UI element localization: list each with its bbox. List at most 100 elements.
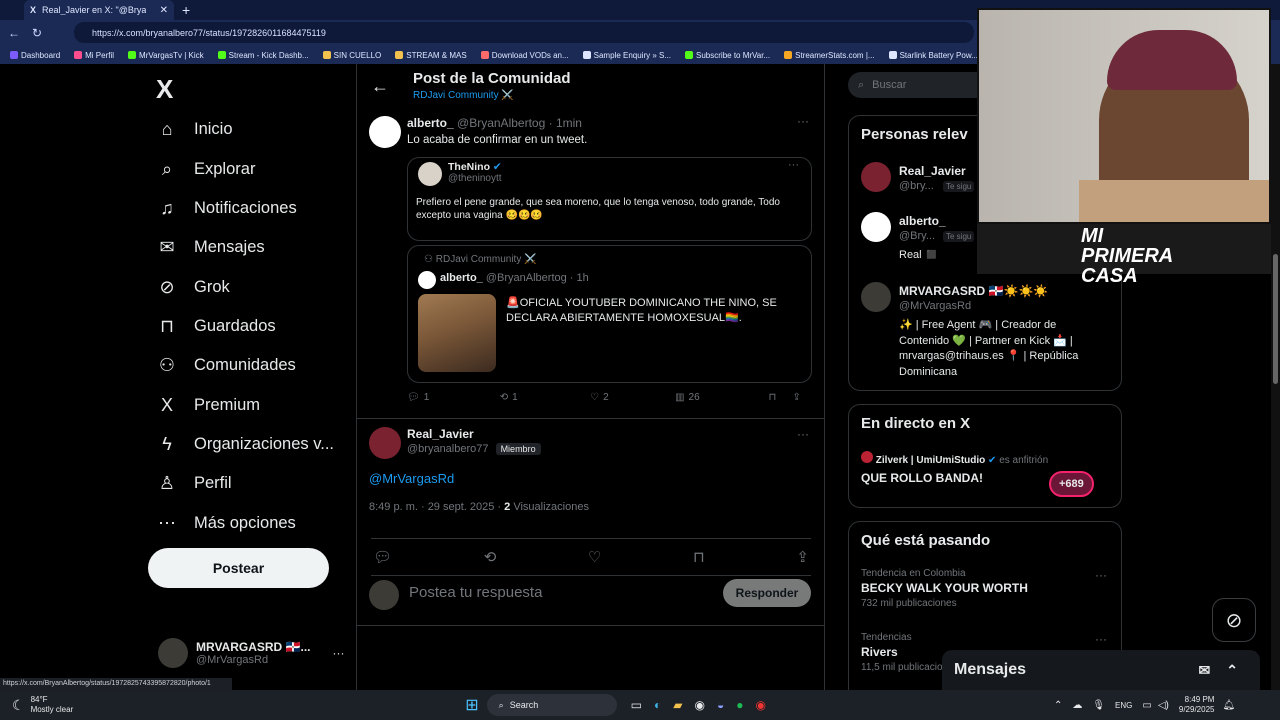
account-handle: @MrVargasRd — [196, 654, 269, 666]
respond-button[interactable]: Responder — [723, 579, 811, 607]
browser-tab[interactable]: X Real_Javier en X: "@BryanAlbertog ✕ — [24, 0, 174, 20]
reply-mention[interactable]: @MrVargasRd — [369, 471, 454, 486]
nav-item-grok[interactable]: ⊘ Grok — [156, 276, 229, 298]
nav-item-perfil[interactable]: ♙ Perfil — [156, 472, 232, 494]
folder-icon[interactable]: ▰ — [673, 698, 682, 712]
start-icon[interactable]: ⊞ — [465, 695, 478, 715]
bookmark-item[interactable]: Download VODs an... — [480, 51, 569, 60]
weather-icon[interactable]: ☾ — [12, 697, 25, 714]
reply-input[interactable]: Postea tu respuesta — [409, 584, 542, 601]
nav-item-explorar[interactable]: ⌕ Explorar — [156, 158, 256, 180]
x-logo-icon[interactable]: X — [156, 74, 173, 105]
trend-item[interactable]: Tendencia en Colombia BECKY WALK YOUR WO… — [861, 568, 1111, 609]
live-host[interactable]: Zilverk | UmiUmiStudio — [876, 455, 985, 466]
bookmark-icon[interactable]: ⊓ — [769, 392, 793, 403]
nav-item-notificaciones[interactable]: ♫ Notificaciones — [156, 197, 296, 219]
scrollbar[interactable] — [1271, 64, 1280, 690]
bookmark-icon[interactable]: ⊓ — [693, 548, 705, 566]
onedrive-icon[interactable]: ☁ — [1072, 700, 1082, 711]
bookmark-item[interactable]: StreamerStats.com |... — [784, 51, 875, 60]
share-icon[interactable]: ⇪ — [796, 548, 809, 566]
mic-icon[interactable]: 🎙︎ — [1092, 700, 1105, 711]
edge-icon[interactable]: ◐ — [654, 698, 661, 712]
bookmark-item[interactable]: Starlink Battery Pow... — [888, 51, 978, 60]
nav-item-mensajes[interactable]: ✉ Mensajes — [156, 236, 265, 258]
share-icon[interactable]: ⇪ — [793, 392, 801, 403]
new-message-icon[interactable]: ✉ — [1199, 662, 1211, 679]
bookmark-favicon-icon — [784, 51, 793, 59]
search-placeholder: Buscar — [872, 79, 907, 91]
obs-icon[interactable]: ◉ — [755, 698, 765, 712]
notification-icon[interactable]: 🔔︎ — [1222, 700, 1235, 711]
windows-taskbar: ☾ 84°F Mostly clear ⊞ ⌕ Search ▭ ◐ ▰ ◉ ◒ … — [0, 690, 1280, 720]
bookmark-item[interactable]: Stream - Kick Dashb... — [217, 51, 309, 60]
community-link[interactable]: RDJavi Community ⚔️ — [413, 90, 514, 101]
nested-photo[interactable] — [418, 294, 496, 372]
nav-label: Mensajes — [194, 237, 265, 256]
scrollbar-thumb[interactable] — [1273, 254, 1278, 384]
bookmark-item[interactable]: STREAM & MAS — [395, 51, 467, 60]
account-switcher[interactable]: MRVARGASRD 🇩🇴... @MrVargasRd ··· — [158, 638, 345, 668]
bookmark-item[interactable]: Sample Enquiry » S... — [582, 51, 671, 60]
bookmark-item[interactable]: Subscribe to MrVar... — [685, 51, 770, 60]
tray-chevron-icon[interactable]: ⌃ — [1054, 700, 1062, 711]
person-name: alberto_ — [899, 214, 946, 228]
reply-icon[interactable]: 💬︎ — [407, 392, 420, 403]
post-button[interactable]: Postear — [148, 548, 329, 588]
bookmark-item[interactable]: MrVargasTv | Kick — [128, 51, 204, 60]
bookmark-item[interactable]: Dashboard — [10, 51, 60, 60]
tweet-actions: 💬︎ 1 ⟲ 1 ♡ 2 ▥ 26 ⊓ ⇪ — [407, 392, 817, 403]
bookmark-icon: ⊓ — [159, 315, 175, 336]
messages-drawer[interactable]: Mensajes ✉ ⌃ — [942, 650, 1260, 690]
nav-item-premium[interactable]: X Premium — [156, 394, 260, 416]
new-tab-icon[interactable]: + — [182, 2, 190, 18]
chrome-icon[interactable]: ◉ — [694, 698, 704, 712]
more-icon[interactable]: ··· — [333, 646, 345, 660]
back-icon[interactable]: ← — [8, 26, 20, 40]
network-icon[interactable]: ▭ — [1142, 700, 1151, 711]
discord-icon[interactable]: ◒ — [717, 698, 724, 712]
bookmark-item[interactable]: SIN CUELLO — [322, 51, 381, 60]
listener-count[interactable]: +689 — [1049, 471, 1094, 497]
retweet-icon[interactable]: ⟲ — [500, 392, 508, 403]
more-icon[interactable]: ··· — [788, 159, 799, 171]
close-tab-icon[interactable]: ✕ — [160, 5, 168, 16]
nav-item-más[interactable]: ⋯ Más opciones — [156, 512, 296, 534]
quoted-tweet[interactable]: TheNino ✔ @theninoytt ··· Prefiero el pe… — [407, 157, 812, 241]
reply-views-label: Visualizaciones — [510, 501, 589, 513]
like-icon[interactable]: ♡ — [588, 548, 601, 566]
tweet[interactable]: alberto_ @BryanAlbertog · 1min ··· Lo ac… — [357, 112, 824, 412]
more-icon[interactable]: ··· — [1095, 568, 1107, 582]
tweet-author[interactable]: alberto_ — [407, 116, 454, 130]
app-icon[interactable]: ▭ — [631, 698, 642, 712]
views-icon[interactable]: ▥ — [675, 392, 684, 403]
more-icon[interactable]: ··· — [797, 427, 809, 441]
nav-item-organizaciones[interactable]: ϟ Organizaciones v... — [156, 433, 334, 455]
nav-item-comunidades[interactable]: ⚇ Comunidades — [156, 354, 296, 376]
volume-icon[interactable]: ◁) — [1158, 700, 1169, 711]
back-arrow-icon[interactable]: ← — [371, 76, 389, 97]
avatar — [861, 162, 891, 192]
live-space-title[interactable]: QUE ROLLO BANDA! — [861, 471, 983, 485]
nested-quote[interactable]: ⚇ RDJavi Community ⚔️ alberto_ @BryanAlb… — [407, 245, 812, 383]
taskbar-search[interactable]: ⌕ Search — [486, 694, 617, 716]
avatar — [158, 638, 188, 668]
nav-item-inicio[interactable]: ⌂ Inicio — [156, 118, 233, 140]
reply-icon[interactable]: 💬︎ — [373, 548, 392, 566]
grok-fab-icon[interactable]: ⊘ — [1212, 598, 1256, 642]
person-row[interactable]: MRVARGASRD 🇩🇴☀️☀️☀️ @MrVargasRd ✨ | Free… — [861, 282, 1111, 386]
reload-icon[interactable]: ↻ — [32, 26, 42, 40]
bookmark-item[interactable]: Mi Perfil — [74, 51, 114, 60]
retweet-icon[interactable]: ⟲ — [484, 548, 497, 566]
tweet-handle: @BryanAlbertog — [457, 116, 546, 130]
reply-author[interactable]: Real_Javier — [407, 427, 474, 441]
nav-item-guardados[interactable]: ⊓ Guardados — [156, 315, 276, 337]
more-icon[interactable]: ··· — [797, 114, 809, 128]
like-icon[interactable]: ♡ — [590, 392, 599, 403]
spotify-icon[interactable]: ● — [736, 698, 743, 712]
bookmark-favicon-icon — [395, 51, 404, 59]
expand-icon[interactable]: ⌃ — [1226, 662, 1238, 679]
more-icon[interactable]: ··· — [1095, 632, 1107, 646]
language-indicator[interactable]: ENG — [1115, 701, 1132, 710]
address-bar[interactable]: https://x.com/bryanalbero77/status/19728… — [74, 22, 974, 43]
